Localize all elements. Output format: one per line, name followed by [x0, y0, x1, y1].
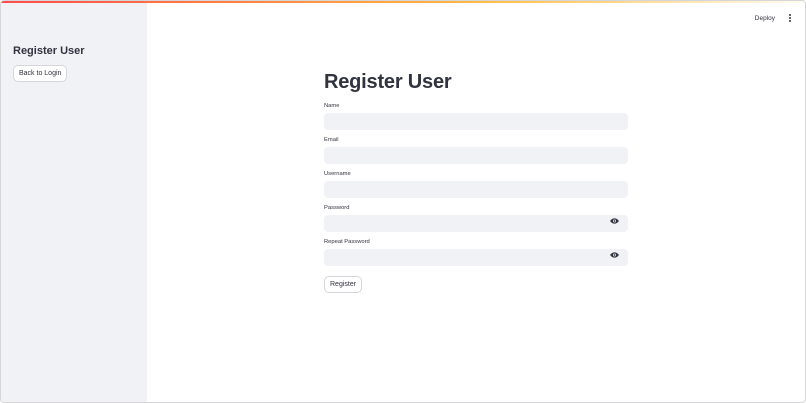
name-field-group: Name: [324, 102, 628, 130]
main-content: Register User Name Email Username Passwo…: [147, 1, 805, 402]
register-button[interactable]: Register: [324, 276, 363, 293]
password-field-group: Password: [324, 204, 628, 232]
name-input[interactable]: [324, 113, 628, 130]
password-label: Password: [324, 205, 350, 211]
register-form: Register User Name Email Username Passwo…: [324, 67, 628, 293]
password-input[interactable]: [324, 215, 628, 232]
sidebar: Register User Back to Login: [1, 1, 147, 402]
repeat-password-field-group: Repeat Password: [324, 238, 628, 266]
eye-icon[interactable]: [610, 252, 619, 258]
name-label: Name: [324, 103, 340, 109]
app-window: Register User Back to Login Deploy Regis…: [0, 0, 806, 403]
username-label: Username: [324, 171, 351, 177]
email-input[interactable]: [324, 147, 628, 164]
email-label: Email: [324, 137, 339, 143]
repeat-password-label: Repeat Password: [324, 239, 370, 245]
back-to-login-button[interactable]: Back to Login: [13, 65, 68, 82]
username-field-group: Username: [324, 170, 628, 198]
username-input[interactable]: [324, 181, 628, 198]
repeat-password-input[interactable]: [324, 249, 628, 266]
email-field-group: Email: [324, 136, 628, 164]
page-title: Register User: [324, 71, 452, 93]
eye-icon[interactable]: [610, 218, 619, 224]
top-decoration-bar: [1, 1, 805, 3]
sidebar-title: Register User: [13, 45, 85, 57]
